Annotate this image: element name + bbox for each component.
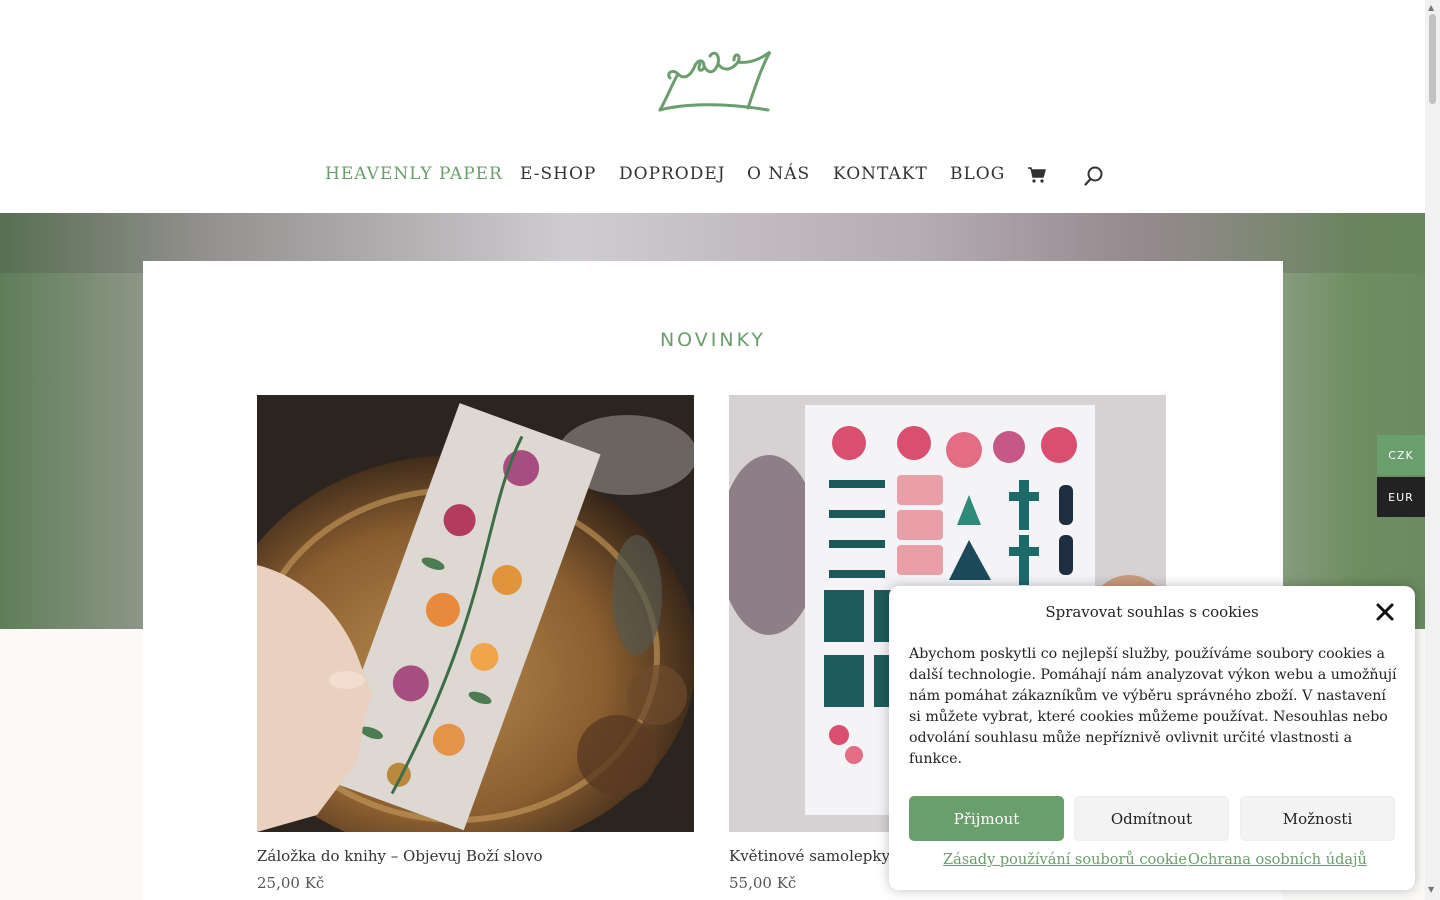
nav-heavenly-paper[interactable]: HEAVENLY PAPER [325,164,503,184]
nav-blog[interactable]: BLOG [950,164,1005,184]
scroll-up-arrow-icon[interactable]: ▲ [1428,3,1434,12]
nav-e-shop[interactable]: E-SHOP [520,164,596,184]
product-name[interactable]: Záložka do knihy – Objevuj Boží slovo [257,847,543,865]
scroll-thumb[interactable] [1429,14,1436,104]
options-button[interactable]: Možnosti [1240,796,1395,841]
privacy-policy-link[interactable]: Ochrana osobních údajů [1188,852,1367,868]
currency-czk[interactable]: CZK [1377,435,1425,475]
cart-icon[interactable] [1027,166,1047,184]
close-icon[interactable] [1375,602,1395,622]
product-price: 55,00 Kč [729,874,797,892]
deny-button[interactable]: Odmítnout [1074,796,1229,841]
main-nav: HEAVENLY PAPER E-SHOP DOPRODEJ O NÁS KON… [0,160,1425,192]
crown-logo[interactable] [652,44,778,120]
currency-eur[interactable]: EUR [1377,477,1425,517]
cookie-policy-link[interactable]: Zásady používání souborů cookie [943,852,1187,868]
scrollbar[interactable]: ▲ ▼ [1425,0,1440,900]
site-header: HEAVENLY PAPER E-SHOP DOPRODEJ O NÁS KON… [0,0,1425,213]
product-image[interactable] [257,395,694,832]
scroll-down-arrow-icon[interactable]: ▼ [1428,885,1434,894]
nav-kontakt[interactable]: KONTAKT [833,164,928,184]
cookie-title: Spravovat souhlas s cookies [1045,603,1259,621]
accept-button[interactable]: Přijmout [909,796,1064,841]
product-card[interactable]: Záložka do knihy – Objevuj Boží slovo 25… [257,395,694,892]
search-icon[interactable] [1083,165,1105,187]
product-price: 25,00 Kč [257,874,325,892]
section-title: NOVINKY [659,329,767,351]
nav-o-nas[interactable]: O NÁS [747,164,810,184]
product-name[interactable]: Květinové samolepky c [729,847,903,865]
nav-doprodej[interactable]: DOPRODEJ [619,164,726,184]
cookie-message: Abychom poskytli co nejlepší služby, pou… [909,646,1397,767]
cookie-consent-dialog: Spravovat souhlas s cookies Abychom posk… [889,586,1415,890]
